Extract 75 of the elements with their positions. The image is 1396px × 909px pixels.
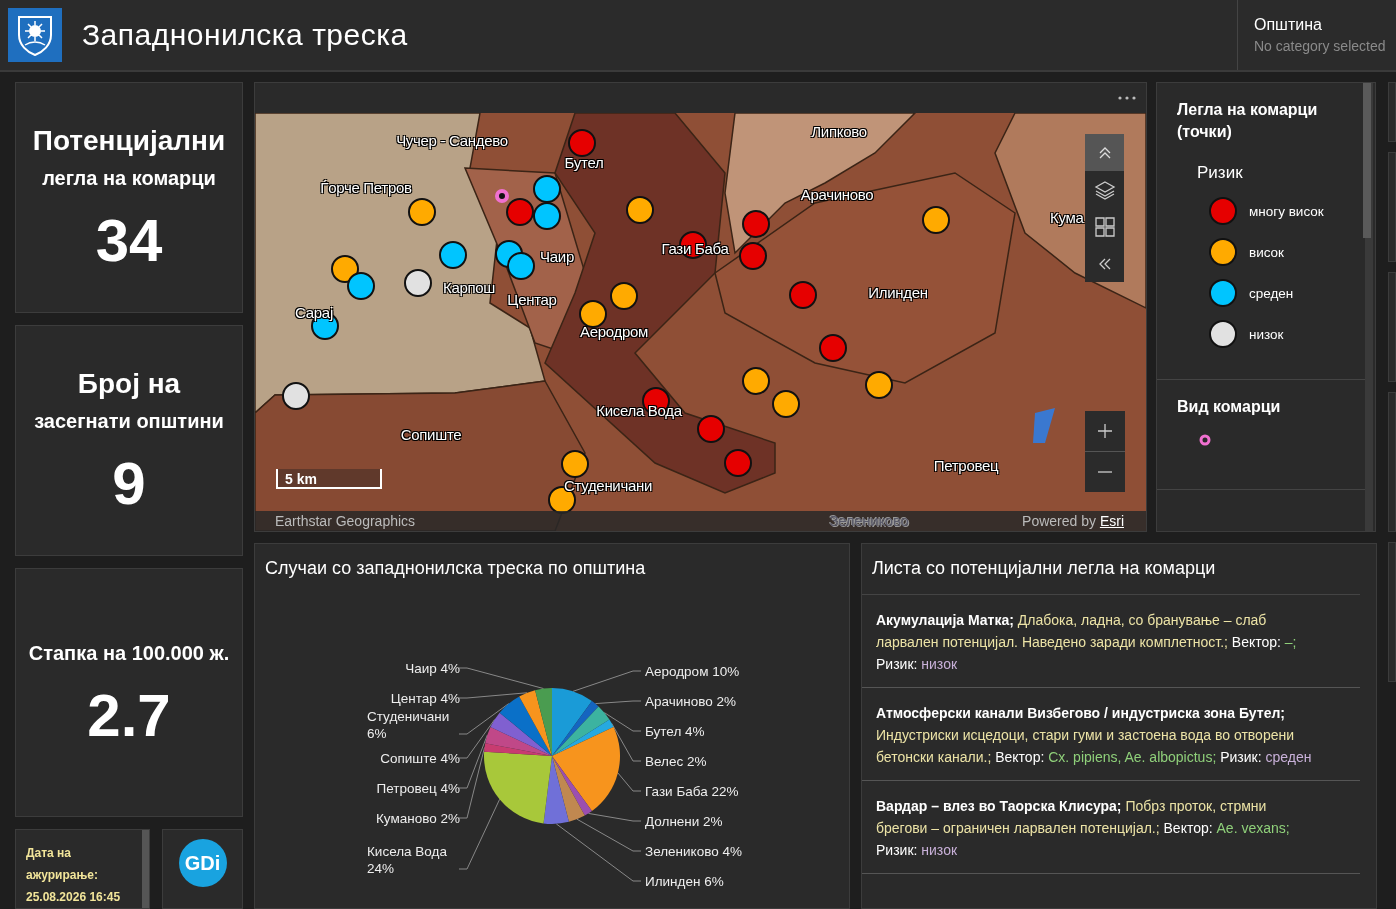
data-label: Куманово 2% (375, 811, 460, 826)
place-label: Студеничани (563, 476, 653, 494)
data-label: Бутел 4% (645, 724, 705, 739)
data-label: Зелениково 4% (645, 844, 742, 859)
place-label: Зелениково (829, 511, 909, 529)
logo-icon (8, 8, 62, 62)
legend-label: низок (1249, 326, 1284, 342)
legend-title: Вид комарци (1177, 397, 1282, 417)
company-logo: GDi (178, 839, 227, 887)
place-label: Чучер - Сандево (396, 131, 508, 149)
attribution-text: Earthstar Geographics (275, 513, 416, 529)
place-label: Чаир (540, 247, 574, 265)
scale-bar: 5 km (276, 469, 382, 489)
dashboard-title: Западнонилска треска (82, 18, 409, 52)
stat-title: Број на (77, 367, 181, 400)
leader-line (572, 670, 642, 692)
mosquito-symbol-icon (1199, 434, 1211, 446)
legend-label: среден (1249, 285, 1294, 301)
legend-title: Легла на комарци (точки) (1177, 100, 1319, 142)
place-label: Арачиново (800, 185, 874, 203)
data-label: Велес 2% (645, 754, 707, 769)
category-filter[interactable]: Општина No category selected (1237, 0, 1396, 70)
more-options-icon[interactable] (1118, 96, 1136, 100)
data-label: Илинден 6% (645, 874, 724, 889)
data-label: Кисела Вода 24% (367, 844, 447, 876)
data-label: Центар 4% (390, 691, 460, 706)
data-label: Петровец 4% (376, 781, 460, 796)
layers-icon (1093, 179, 1116, 200)
leader-line (617, 772, 642, 792)
place-label: Ѓорче Петров (320, 178, 412, 196)
data-label: Гази Баба 22% (645, 784, 739, 799)
list-item-text[interactable]: Акумулација Матка; Длабока, ладна, со бранување – слаб ларвален потенцијал. Наведено заради комплетност.; Вектор: –; Ризик: низок (876, 609, 1320, 675)
data-label: Сопиште 4% (380, 751, 460, 766)
stat-title: засегнати општини (34, 409, 224, 433)
place-label: Кисела Вода (596, 401, 682, 419)
place-label: Центар (507, 290, 557, 308)
place-label: Бутел (564, 153, 604, 171)
stat-title: легла на комарци (42, 166, 216, 190)
legend-label: многу висок (1249, 203, 1324, 219)
scrollbar[interactable] (142, 830, 149, 908)
update-date: Дата на ажурирање: 25.08.2026 16:45 (26, 845, 122, 906)
data-label: Чаир 4% (405, 661, 460, 676)
esri-link[interactable]: Esri (1099, 513, 1124, 529)
data-label: Долнени 2% (645, 814, 723, 829)
plus-icon (1098, 424, 1112, 438)
leader-line (594, 700, 642, 705)
data-label: Студеничани 6% (367, 709, 450, 741)
place-label: Илинден (868, 283, 928, 301)
place-label: Кума (1050, 208, 1085, 226)
data-label: Арачиново 2% (645, 694, 737, 709)
stat-title: Стапка на 100.000 ж. (28, 641, 230, 665)
scrollbar[interactable] (1365, 83, 1373, 531)
powered-by-text: Powered by Esri (1022, 513, 1124, 529)
place-label: Сопиште (400, 425, 462, 443)
legend-label: висок (1249, 244, 1285, 260)
data-label: Аеродром 10% (645, 664, 740, 679)
legend-field: Ризик (1197, 163, 1347, 183)
place-label: Сарај (295, 303, 333, 321)
list-item-text[interactable]: Вардар – влез во Таорска Клисура; Побрз проток, стрмни брегови – ограничен ларвален потенцијал.; Вектор: Ae. vexans; Ризик: низок (876, 795, 1320, 861)
panel-title: Случаи со западнонилска треска по општина (264, 557, 647, 580)
stat-title: Потенцијални (32, 124, 226, 157)
stat-value: 9 (112, 448, 146, 518)
grid-icon (1094, 216, 1115, 237)
list-item-text[interactable]: Атмосферски канали Визбегово / индустриска зона Бутел; Индустриски исцедоци, стари гуми и застоена вода во отворени бетонски канали.; Вектор: Cx. pipiens, Ae. albopictus; Ризик: среден (876, 702, 1320, 768)
place-label: Аеродром (579, 322, 649, 340)
stat-value: 34 (95, 205, 163, 275)
zoom-in-button[interactable] (1085, 411, 1125, 451)
chevron-up-icon (1097, 145, 1112, 160)
place-label: Липково (811, 122, 867, 140)
leader-line (458, 692, 528, 699)
chevron-left-icon (1097, 257, 1112, 270)
panel-title: Листа со потенцијални легла на комарци (871, 557, 1217, 580)
place-label: Петровец (933, 456, 999, 474)
minus-icon (1098, 471, 1112, 473)
stat-value: 2.7 (87, 680, 171, 750)
